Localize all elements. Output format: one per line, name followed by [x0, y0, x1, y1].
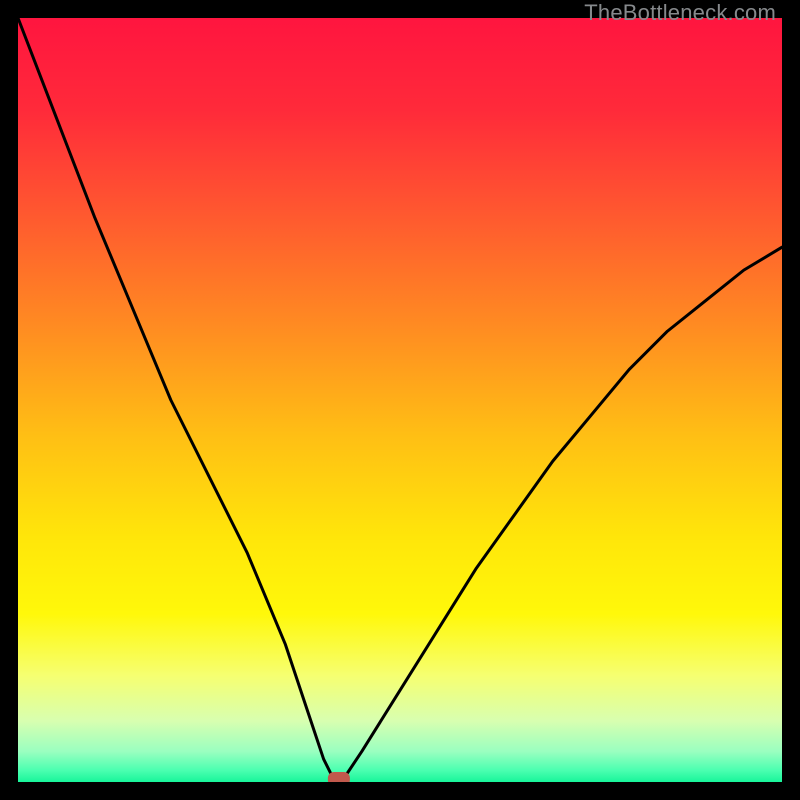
bottleneck-curve	[18, 18, 782, 782]
plot-area	[18, 18, 782, 782]
watermark-text: TheBottleneck.com	[584, 0, 776, 26]
bottleneck-chart: TheBottleneck.com	[0, 0, 800, 800]
curve-layer	[18, 18, 782, 782]
minimum-marker	[328, 772, 350, 782]
